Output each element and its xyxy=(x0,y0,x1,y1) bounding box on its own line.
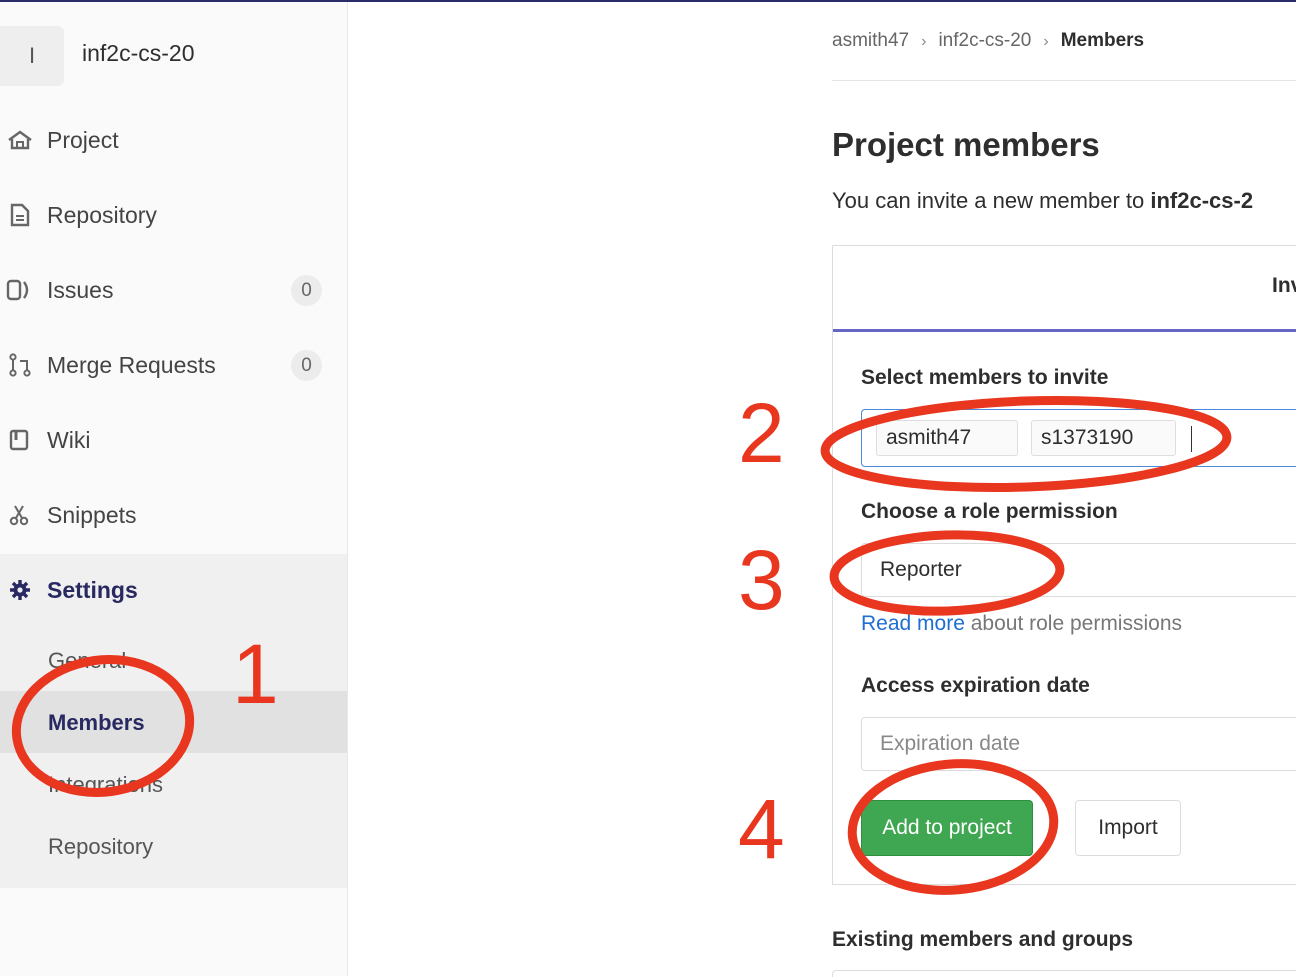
sidebar-item-merge-requests[interactable]: Merge Requests 0 xyxy=(0,340,347,390)
role-help-text: Read more about role permissions xyxy=(861,612,1182,636)
sidebar-subitem-general[interactable]: General xyxy=(48,648,126,674)
home-icon xyxy=(8,130,32,150)
members-input[interactable]: asmith47 s1373190 xyxy=(861,409,1296,467)
file-icon xyxy=(10,203,30,227)
gear-icon xyxy=(10,580,30,600)
sidebar-item-project[interactable]: Project xyxy=(0,115,347,165)
issues-count-badge: 0 xyxy=(291,275,322,306)
divider xyxy=(832,80,1296,81)
read-more-link[interactable]: Read more xyxy=(861,612,965,635)
sidebar-item-settings[interactable]: Settings xyxy=(0,565,347,615)
sidebar-subitem-members[interactable]: Members xyxy=(48,710,145,736)
sidebar-item-label: Wiki xyxy=(47,426,91,453)
role-permission-label: Choose a role permission xyxy=(861,500,1118,523)
member-token[interactable]: asmith47 xyxy=(876,420,1018,456)
expiration-label: Access expiration date xyxy=(861,674,1090,697)
annotation-step-number: 2 xyxy=(738,386,785,480)
tab-invite-member[interactable]: Inv xyxy=(1272,274,1296,298)
annotation-step-number: 3 xyxy=(738,533,785,627)
page-title: Project members xyxy=(832,126,1100,163)
breadcrumb-project[interactable]: inf2c-cs-20 xyxy=(938,30,1031,51)
invite-description: You can invite a new member to inf2c-cs-… xyxy=(832,188,1253,214)
expiration-date-input[interactable]: Expiration date xyxy=(861,717,1296,771)
chevron-right-icon: › xyxy=(921,33,927,50)
breadcrumb-current[interactable]: Members xyxy=(1061,30,1144,51)
sidebar-item-label: Snippets xyxy=(47,501,137,528)
member-token[interactable]: s1373190 xyxy=(1031,420,1176,456)
sidebar-item-label: Repository xyxy=(47,201,157,228)
add-to-project-button[interactable]: Add to project xyxy=(861,800,1033,856)
sidebar-subitem-repository[interactable]: Repository xyxy=(48,834,153,860)
sidebar: I inf2c-cs-20 Project Repository Issues … xyxy=(0,2,348,976)
breadcrumb: asmith47 › inf2c-cs-20 › Members xyxy=(832,30,1144,52)
sidebar-item-repository[interactable]: Repository xyxy=(0,190,347,240)
invite-project-name: inf2c-cs-2 xyxy=(1150,188,1254,213)
merge-requests-count-badge: 0 xyxy=(291,350,322,381)
sidebar-item-label: Issues xyxy=(47,276,114,303)
annotation-step-number: 4 xyxy=(738,782,785,876)
issues-icon xyxy=(6,279,29,301)
sidebar-item-label: Project xyxy=(47,126,119,153)
role-select[interactable]: Reporter xyxy=(861,543,1296,597)
import-button[interactable]: Import xyxy=(1075,800,1181,856)
existing-members-heading: Existing members and groups xyxy=(832,928,1134,951)
sidebar-item-label: Settings xyxy=(47,576,138,603)
scissors-icon xyxy=(9,505,29,526)
project-avatar[interactable]: I xyxy=(0,26,64,86)
breadcrumb-user[interactable]: asmith47 xyxy=(832,30,909,51)
invite-prefix: You can invite a new member to xyxy=(832,188,1151,213)
chevron-right-icon: › xyxy=(1043,33,1049,50)
project-name[interactable]: inf2c-cs-20 xyxy=(82,40,194,67)
book-icon xyxy=(9,429,29,451)
role-help-suffix: about role permissions xyxy=(964,612,1182,635)
merge-request-icon xyxy=(9,353,31,377)
sidebar-item-issues[interactable]: Issues 0 xyxy=(0,265,347,315)
text-caret xyxy=(1191,426,1192,452)
invite-tabs: Inv xyxy=(833,246,1296,332)
select-members-label: Select members to invite xyxy=(861,366,1109,389)
sidebar-item-snippets[interactable]: Snippets xyxy=(0,490,347,540)
sidebar-item-label: Merge Requests xyxy=(47,351,216,378)
sidebar-item-wiki[interactable]: Wiki xyxy=(0,415,347,465)
sidebar-subitem-integrations[interactable]: Integrations xyxy=(48,772,163,798)
invite-panel: Inv Select members to invite asmith47 s1… xyxy=(832,245,1296,885)
